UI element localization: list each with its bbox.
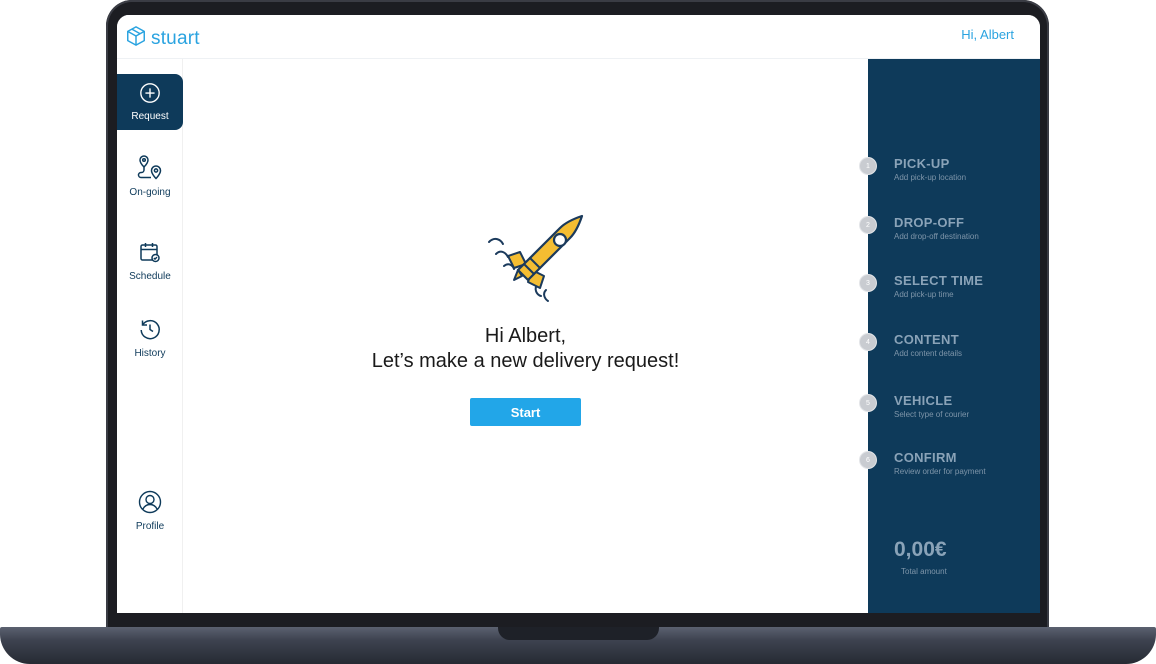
step-subtitle: Add content details — [894, 349, 963, 358]
logo-text: stuart — [151, 27, 200, 49]
step-subtitle: Add drop-off destination — [894, 232, 979, 241]
steps-panel: 1 PICK-UP Add pick-up location 2 DROP-OF… — [859, 59, 1040, 613]
sidebar: Request On-going Schedule History Profil… — [117, 59, 183, 613]
calendar-icon — [138, 240, 162, 269]
step-subtitle: Add pick-up time — [894, 290, 954, 299]
step-confirm[interactable]: 6 CONFIRM Review order for payment — [859, 450, 1040, 490]
step-vehicle[interactable]: 5 VEHICLE Select type of courier — [859, 393, 1040, 433]
sidebar-item-on-going[interactable]: On-going — [117, 153, 183, 198]
route-icon — [135, 153, 165, 188]
top-bar: stuart Hi, Albert — [117, 15, 1040, 59]
app-logo[interactable]: stuart — [125, 25, 200, 52]
sidebar-item-label: On-going — [129, 187, 171, 198]
sidebar-item-label: Schedule — [129, 271, 171, 282]
step-number-badge: 4 — [859, 333, 877, 351]
sidebar-item-label: History — [134, 348, 166, 359]
step-number-badge: 3 — [859, 274, 877, 292]
sidebar-item-profile[interactable]: Profile — [117, 490, 183, 532]
step-title: SELECT TIME — [894, 273, 984, 288]
box-logo-icon — [125, 25, 147, 52]
rocket-icon — [484, 214, 588, 317]
sidebar-item-label: Request — [131, 111, 169, 122]
user-icon — [138, 490, 162, 519]
welcome-heading: Hi Albert, — [484, 325, 567, 347]
sidebar-item-label: Profile — [135, 521, 165, 532]
step-title: CONFIRM — [894, 450, 957, 465]
plus-circle-icon — [139, 82, 161, 109]
sidebar-item-request[interactable]: Request — [117, 74, 183, 130]
step-subtitle: Add pick-up location — [894, 173, 967, 182]
history-icon — [138, 317, 162, 346]
step-number-badge: 5 — [859, 394, 877, 412]
user-greeting[interactable]: Hi, Albert — [961, 27, 1014, 42]
sidebar-item-history[interactable]: History — [117, 317, 183, 359]
step-subtitle: Review order for payment — [894, 467, 986, 476]
laptop-notch — [498, 627, 659, 640]
step-number-badge: 6 — [859, 451, 877, 469]
total-amount-label: Total amount — [901, 567, 947, 576]
step-pick-up[interactable]: 1 PICK-UP Add pick-up location — [859, 156, 1040, 196]
start-button[interactable]: Start — [470, 398, 581, 426]
step-select-time[interactable]: 3 SELECT TIME Add pick-up time — [859, 273, 1040, 313]
step-title: VEHICLE — [894, 393, 953, 408]
step-number-badge: 2 — [859, 216, 877, 234]
step-number-badge: 1 — [859, 157, 877, 175]
step-content[interactable]: 4 CONTENT Add content details — [859, 332, 1040, 372]
step-title: CONTENT — [894, 332, 959, 347]
main-content: Hi Albert, Let’s make a new delivery req… — [183, 59, 868, 613]
welcome-subheading: Let’s make a new delivery request! — [371, 350, 680, 372]
step-drop-off[interactable]: 2 DROP-OFF Add drop-off destination — [859, 215, 1040, 255]
sidebar-item-schedule[interactable]: Schedule — [117, 240, 183, 282]
step-subtitle: Select type of courier — [894, 410, 970, 419]
step-title: DROP-OFF — [894, 215, 965, 230]
step-title: PICK-UP — [894, 156, 950, 171]
total-amount: 0,00€ — [894, 538, 947, 561]
app-screen: stuart Hi, Albert Request On-going Sched… — [117, 15, 1040, 613]
